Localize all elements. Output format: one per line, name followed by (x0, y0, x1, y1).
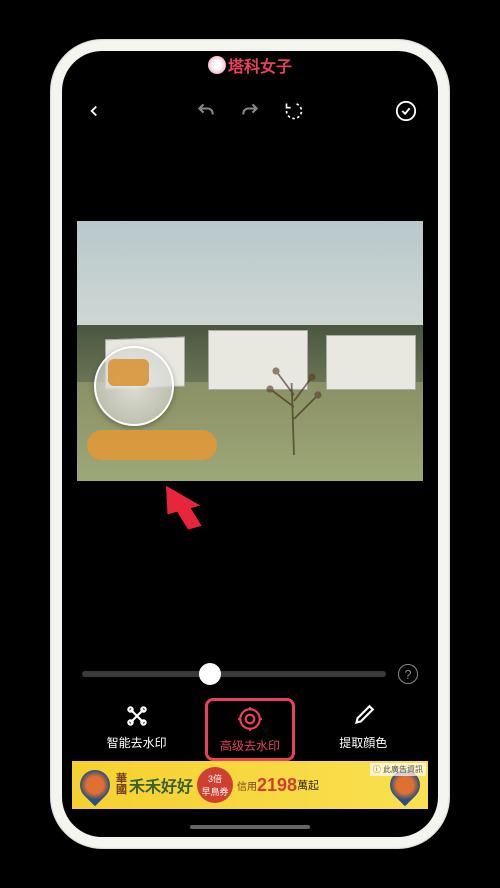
ad-info-label[interactable]: ⓘ 此廣告資訊 (370, 763, 426, 776)
help-button[interactable]: ? (398, 664, 418, 684)
toolbar-center (194, 99, 306, 123)
brush-size-slider-row: ? (82, 659, 418, 689)
confirm-button[interactable] (394, 99, 418, 123)
watermark-logo: 塔科女子 (208, 53, 292, 77)
logo-text: 塔科女子 (228, 53, 292, 77)
tool-label: 提取顔色 (339, 734, 387, 751)
tool-label: 高级去水印 (220, 737, 280, 754)
tools-row: 智能去水印 高级去水印 提取顔色 (62, 702, 438, 757)
tool-advanced-remove[interactable]: 高级去水印 (205, 698, 295, 761)
ad-price: 2198 (257, 775, 297, 796)
tool-smart-remove[interactable]: 智能去水印 (92, 702, 182, 757)
ad-banner[interactable]: 華 國 禾禾好好 3倍 早鳥券 信用 2198 萬起 ⓘ 此廣告資訊 (72, 761, 428, 809)
phone-screen: 塔科女子 (62, 51, 438, 837)
logo-icon (208, 56, 226, 74)
brush-size-slider[interactable] (82, 671, 386, 677)
ad-slogan: 禾禾好好 (129, 773, 193, 797)
back-button[interactable] (82, 99, 106, 123)
photo-plants (234, 335, 354, 455)
ad-extra: 信用 (237, 778, 257, 793)
top-toolbar (62, 89, 438, 133)
smart-remove-icon (123, 702, 151, 730)
eyedropper-icon (349, 702, 377, 730)
advanced-remove-icon (236, 705, 264, 733)
ad-suffix: 萬起 (297, 777, 319, 793)
ad-badge: 3倍 早鳥券 (197, 767, 233, 803)
editing-canvas[interactable] (77, 221, 423, 481)
brush-preview-mark (108, 359, 150, 386)
phone-frame: 塔科女子 (50, 39, 450, 849)
brush-mark (87, 430, 217, 460)
ad-brand: 華 國 (112, 774, 127, 796)
magnifier-preview (94, 346, 174, 426)
tool-label: 智能去水印 (107, 734, 167, 751)
tool-color-picker[interactable]: 提取顔色 (318, 702, 408, 757)
redo-button[interactable] (238, 99, 262, 123)
slider-thumb[interactable] (199, 663, 221, 685)
reset-button[interactable] (282, 99, 306, 123)
home-indicator[interactable] (190, 825, 310, 829)
ad-flower-icon (74, 764, 116, 806)
undo-button[interactable] (194, 99, 218, 123)
